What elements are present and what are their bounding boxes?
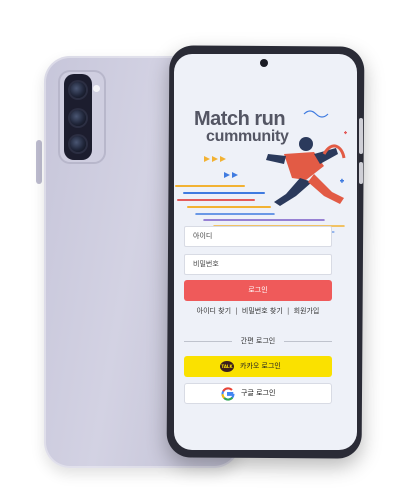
google-icon (221, 387, 235, 401)
kakao-login-button[interactable]: TALK 카카오 로그인 (184, 356, 332, 377)
find-password-link[interactable]: 비밀번호 찾기 (241, 307, 284, 315)
easy-login-divider: 간편 로그인 (184, 336, 332, 346)
google-login-button[interactable]: 구글 로그인 (184, 383, 332, 404)
kakao-talk-icon: TALK (220, 361, 234, 372)
password-input[interactable]: 비밀번호 (184, 254, 332, 275)
power-button (359, 162, 363, 184)
volume-button (359, 118, 363, 154)
camera-lens-icon (70, 110, 86, 126)
divider-line (284, 341, 332, 342)
app-hero: Match run cummunity (174, 94, 357, 244)
device-mockup: Match run cummunity 아이디 비밀번호 로그인 아이디 찾기 … (0, 0, 400, 494)
login-button[interactable]: 로그인 (184, 280, 332, 301)
google-login-label: 구글 로그인 (241, 389, 276, 397)
id-input[interactable]: 아이디 (184, 226, 332, 247)
phone-screen: Match run cummunity 아이디 비밀번호 로그인 아이디 찾기 … (174, 54, 357, 450)
app-subtitle: cummunity (206, 128, 289, 145)
link-separator: | (287, 307, 290, 315)
account-links: 아이디 찾기 | 비밀번호 찾기 | 회원가입 (178, 306, 338, 316)
find-id-link[interactable]: 아이디 찾기 (196, 307, 232, 315)
camera-lens-icon (70, 136, 86, 152)
camera-lens-bar (64, 74, 92, 160)
link-separator: | (235, 307, 238, 315)
front-camera (260, 59, 268, 67)
camera-flash (93, 85, 100, 92)
camera-lens-icon (70, 82, 86, 98)
kakao-login-label: 카카오 로그인 (240, 362, 281, 370)
signup-link[interactable]: 회원가입 (293, 307, 321, 315)
back-phone-side-button (36, 140, 42, 184)
